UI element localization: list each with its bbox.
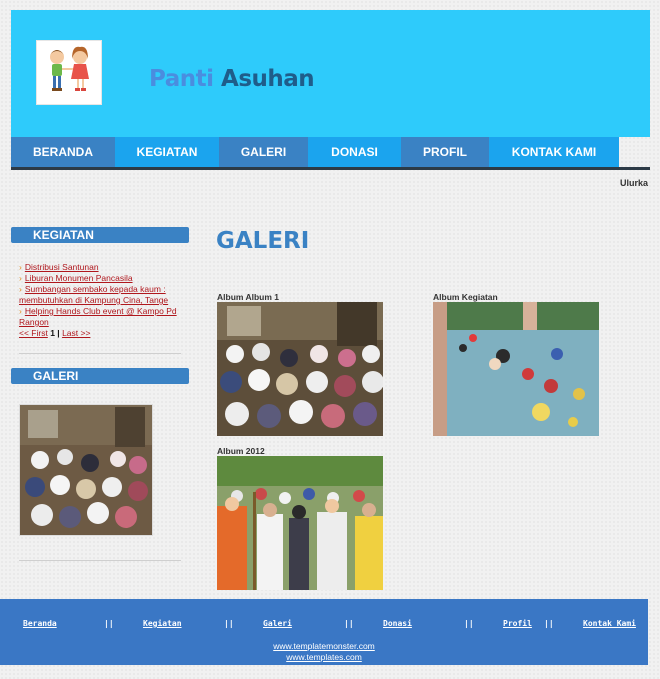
album-thumbnail[interactable] bbox=[217, 302, 384, 436]
list-item: › Sumbangan sembako kepada kaum : membutu… bbox=[19, 284, 181, 306]
main-nav: BERANDA KEGIATAN GALERI DONASI PROFIL KO… bbox=[11, 137, 650, 170]
list-item: › Helping Hands Club event @ Kampo Pd Ran… bbox=[19, 306, 181, 328]
footer-separator: || bbox=[544, 619, 554, 628]
page: Panti Asuhan BERANDA KEGIATAN GALERI DON… bbox=[0, 0, 660, 679]
kegiatan-list: › Distribusi Santunan › Liburan Monumen Pa… bbox=[19, 262, 181, 339]
nav-donasi[interactable]: DONASI bbox=[308, 137, 401, 167]
pager-first-link[interactable]: << First bbox=[19, 328, 48, 338]
site-title: Panti Asuhan bbox=[149, 66, 315, 92]
list-item: › Distribusi Santunan bbox=[19, 262, 181, 273]
credit-link[interactable]: www.templates.com bbox=[0, 652, 648, 663]
nav-galeri[interactable]: GALERI bbox=[219, 137, 308, 167]
scrolling-announcement: Ulurka bbox=[620, 178, 649, 188]
kegiatan-link[interactable]: Liburan Monumen Pancasila bbox=[25, 273, 133, 283]
site-title-part1: Panti bbox=[149, 66, 214, 92]
footer-separator: || bbox=[224, 619, 234, 628]
nav-kegiatan[interactable]: KEGIATAN bbox=[115, 137, 219, 167]
bullet-arrow-icon: › bbox=[19, 262, 22, 272]
footer-separator: || bbox=[104, 619, 114, 628]
list-item: › Liburan Monumen Pancasila bbox=[19, 273, 181, 284]
footer-link-kegiatan[interactable]: Kegiatan bbox=[143, 619, 182, 628]
pager: << First 1 | Last >> bbox=[19, 328, 181, 339]
kegiatan-link[interactable]: Helping Hands Club event @ Kampo Pd Rang… bbox=[19, 306, 177, 327]
sidebar-gallery-photo[interactable] bbox=[19, 404, 153, 536]
footer-links: Beranda || Kegiatan || Galeri || Donasi … bbox=[0, 619, 648, 633]
page-title: GALERI bbox=[216, 228, 310, 254]
kegiatan-link[interactable]: Sumbangan sembako kepada kaum : membutuh… bbox=[19, 284, 168, 305]
site-header: Panti Asuhan bbox=[11, 10, 650, 137]
nav-kontak-kami[interactable]: KONTAK KAMI bbox=[489, 137, 619, 167]
site-title-part2: Asuhan bbox=[221, 66, 315, 92]
site-footer: Beranda || Kegiatan || Galeri || Donasi … bbox=[0, 599, 648, 665]
bullet-arrow-icon: › bbox=[19, 306, 22, 316]
divider bbox=[19, 560, 181, 561]
album-label[interactable]: Album Kegiatan bbox=[433, 292, 498, 302]
album-thumbnail[interactable] bbox=[217, 456, 383, 590]
sidebar-heading-kegiatan: KEGIATAN bbox=[11, 227, 189, 243]
footer-link-profil[interactable]: Profil bbox=[503, 619, 532, 628]
pager-current: 1 bbox=[50, 328, 55, 338]
footer-separator: || bbox=[464, 619, 474, 628]
footer-link-beranda[interactable]: Beranda bbox=[23, 619, 57, 628]
footer-link-galeri[interactable]: Galeri bbox=[263, 619, 292, 628]
bullet-arrow-icon: › bbox=[19, 284, 22, 294]
footer-link-kontak-kami[interactable]: Kontak Kami bbox=[583, 619, 636, 628]
pager-separator: | bbox=[57, 328, 60, 338]
album-label[interactable]: Album Album 1 bbox=[217, 292, 279, 302]
kegiatan-link[interactable]: Distribusi Santunan bbox=[25, 262, 99, 272]
credit-link[interactable]: www.templatemonster.com bbox=[0, 641, 648, 652]
nav-profil[interactable]: PROFIL bbox=[401, 137, 489, 167]
nav-beranda[interactable]: BERANDA bbox=[11, 137, 115, 167]
footer-credits: www.templatemonster.com www.templates.co… bbox=[0, 641, 648, 663]
divider bbox=[19, 353, 181, 354]
kids-logo[interactable] bbox=[36, 40, 102, 105]
album-thumbnail[interactable] bbox=[433, 302, 599, 436]
bullet-arrow-icon: › bbox=[19, 273, 22, 283]
footer-link-donasi[interactable]: Donasi bbox=[383, 619, 412, 628]
sidebar-heading-galeri: GALERI bbox=[11, 368, 189, 384]
pager-last-link[interactable]: Last >> bbox=[62, 328, 90, 338]
footer-separator: || bbox=[344, 619, 354, 628]
album-label[interactable]: Album 2012 bbox=[217, 446, 265, 456]
